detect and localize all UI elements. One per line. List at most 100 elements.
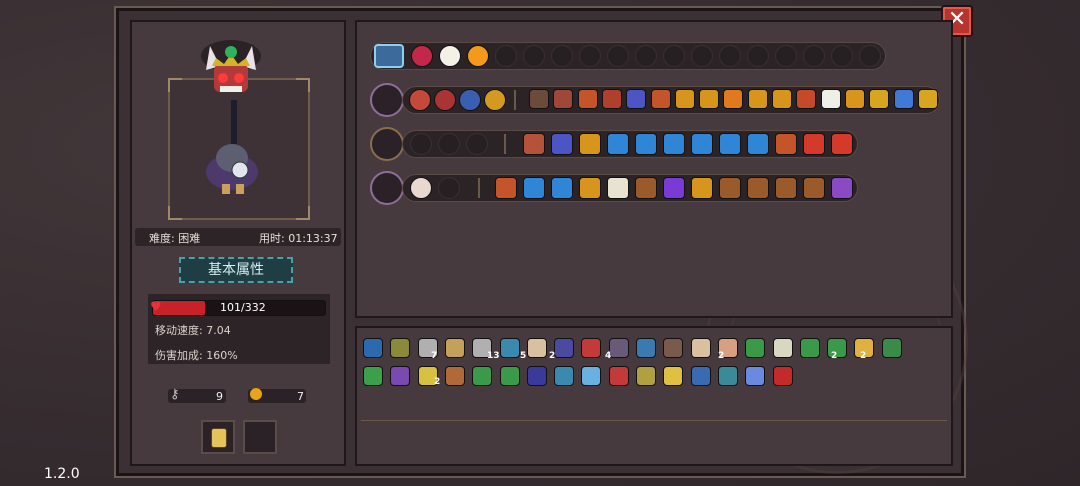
modifier-rune-icon[interactable] xyxy=(775,177,797,199)
inventory-item-icon[interactable] xyxy=(636,366,656,386)
inventory-item-icon[interactable] xyxy=(526,338,547,358)
modifier-rune-icon[interactable] xyxy=(523,177,545,199)
skull-rune-icon[interactable] xyxy=(410,177,432,199)
inventory-item-icon[interactable] xyxy=(526,366,547,386)
inventory-item-icon[interactable] xyxy=(745,338,766,358)
weapon-staff-icon[interactable] xyxy=(370,83,404,117)
chest-icon[interactable] xyxy=(374,44,404,68)
empty-passive-slot xyxy=(635,45,657,67)
modifier-rune-icon[interactable] xyxy=(577,89,598,109)
inventory-item-icon[interactable] xyxy=(663,366,684,386)
inventory-item-icon[interactable] xyxy=(608,338,629,358)
inventory-item-icon[interactable] xyxy=(772,366,793,386)
modifier-rune-icon[interactable] xyxy=(626,89,647,109)
modifier-rune-icon[interactable] xyxy=(775,133,797,155)
modifier-rune-icon[interactable] xyxy=(601,89,622,109)
modifier-rune-icon[interactable] xyxy=(803,133,825,155)
modifier-rune-icon[interactable] xyxy=(719,133,741,155)
inventory-item-icon[interactable] xyxy=(444,338,465,358)
skill-rune-icon[interactable] xyxy=(459,89,481,111)
consumable-slot-2[interactable] xyxy=(243,420,277,454)
sun-icon[interactable] xyxy=(467,45,489,67)
modifier-rune-icon[interactable] xyxy=(650,89,671,109)
inventory-item-icon[interactable] xyxy=(472,366,493,386)
inventory-divider xyxy=(361,420,947,421)
modifier-rune-icon[interactable] xyxy=(844,89,865,109)
item-count: 2 xyxy=(718,351,725,361)
inventory-item-icon[interactable] xyxy=(717,366,738,386)
consumable-slot-1[interactable] xyxy=(201,420,235,454)
modifier-rune-icon[interactable] xyxy=(579,133,601,155)
inventory-item-icon[interactable] xyxy=(581,366,602,386)
empty-passive-slot xyxy=(831,45,853,67)
modifier-rune-icon[interactable] xyxy=(747,177,769,199)
inventory-item-icon[interactable] xyxy=(690,366,711,386)
modifier-rune-icon[interactable] xyxy=(691,133,713,155)
inventory-item-icon[interactable] xyxy=(581,338,602,358)
version-label: 1.2.0 xyxy=(44,466,80,482)
modifier-rune-icon[interactable] xyxy=(747,133,769,155)
skill-rune-icon[interactable] xyxy=(409,89,431,111)
elapsed-time-text: 用时: 01:13:37 xyxy=(259,232,338,245)
inventory-item-icon[interactable] xyxy=(554,366,575,386)
inventory-item-icon[interactable] xyxy=(444,366,465,386)
key-count: 9 xyxy=(216,390,223,403)
heart-potion-icon[interactable] xyxy=(411,45,433,67)
inventory-item-icon[interactable] xyxy=(363,366,383,386)
modifier-rune-icon[interactable] xyxy=(674,89,695,109)
item-count: 2 xyxy=(831,351,838,361)
modifier-rune-icon[interactable] xyxy=(917,89,938,109)
weapon-scepter-icon[interactable] xyxy=(370,127,404,161)
modifier-rune-icon[interactable] xyxy=(551,133,573,155)
modifier-rune-icon[interactable] xyxy=(723,89,744,109)
modifier-rune-icon[interactable] xyxy=(719,177,741,199)
inventory-item-icon[interactable] xyxy=(636,338,656,358)
weapon-wand-icon[interactable] xyxy=(370,171,404,205)
modifier-rune-icon[interactable] xyxy=(495,177,517,199)
modifier-rune-icon[interactable] xyxy=(663,133,685,155)
modifier-rune-icon[interactable] xyxy=(820,89,841,109)
modifier-rune-icon[interactable] xyxy=(579,177,601,199)
inventory-item-icon[interactable] xyxy=(608,366,629,386)
inventory-item-icon[interactable] xyxy=(772,338,793,358)
modifier-rune-icon[interactable] xyxy=(635,177,657,199)
inventory-item-icon[interactable] xyxy=(390,338,411,358)
empty-passive-slot xyxy=(663,45,685,67)
modifier-rune-icon[interactable] xyxy=(831,133,853,155)
skill-rune-icon[interactable] xyxy=(434,89,456,111)
inventory-item-icon[interactable] xyxy=(554,338,575,358)
modifier-rune-icon[interactable] xyxy=(747,89,768,109)
inventory-item-icon[interactable] xyxy=(881,338,902,358)
modifier-rune-icon[interactable] xyxy=(523,133,545,155)
modifier-rune-icon[interactable] xyxy=(699,89,720,109)
modifier-rune-icon[interactable] xyxy=(831,177,853,199)
inventory-item-icon[interactable] xyxy=(799,338,820,358)
skill-rune-icon[interactable] xyxy=(484,89,506,111)
inventory-item-icon[interactable] xyxy=(663,338,684,358)
modifier-rune-icon[interactable] xyxy=(663,177,685,199)
modifier-rune-icon[interactable] xyxy=(529,89,549,109)
basic-attributes-tab[interactable]: 基本属性 xyxy=(179,257,293,283)
modifier-rune-icon[interactable] xyxy=(772,89,792,109)
modifier-rune-icon[interactable] xyxy=(607,177,629,199)
mouse-icon[interactable] xyxy=(439,45,461,67)
modifier-rune-icon[interactable] xyxy=(796,89,817,109)
modifier-rune-icon[interactable] xyxy=(803,177,825,199)
modifier-rune-icon[interactable] xyxy=(607,133,629,155)
inventory-item-icon[interactable] xyxy=(390,366,411,386)
inventory-item-icon[interactable] xyxy=(363,338,383,358)
empty-passive-slot xyxy=(747,45,769,67)
modifier-rune-icon[interactable] xyxy=(893,89,914,109)
modifier-rune-icon[interactable] xyxy=(869,89,890,109)
modifier-rune-icon[interactable] xyxy=(691,177,713,199)
inventory-item-icon[interactable] xyxy=(499,338,520,358)
modifier-rune-icon[interactable] xyxy=(553,89,574,109)
modifier-rune-icon[interactable] xyxy=(635,133,657,155)
inventory-item-icon[interactable] xyxy=(690,338,711,358)
row-separator xyxy=(478,178,480,198)
empty-passive-slot xyxy=(859,45,881,67)
modifier-rune-icon[interactable] xyxy=(551,177,573,199)
empty-passive-slot xyxy=(803,45,825,67)
inventory-item-icon[interactable] xyxy=(745,366,766,386)
inventory-item-icon[interactable] xyxy=(499,366,520,386)
